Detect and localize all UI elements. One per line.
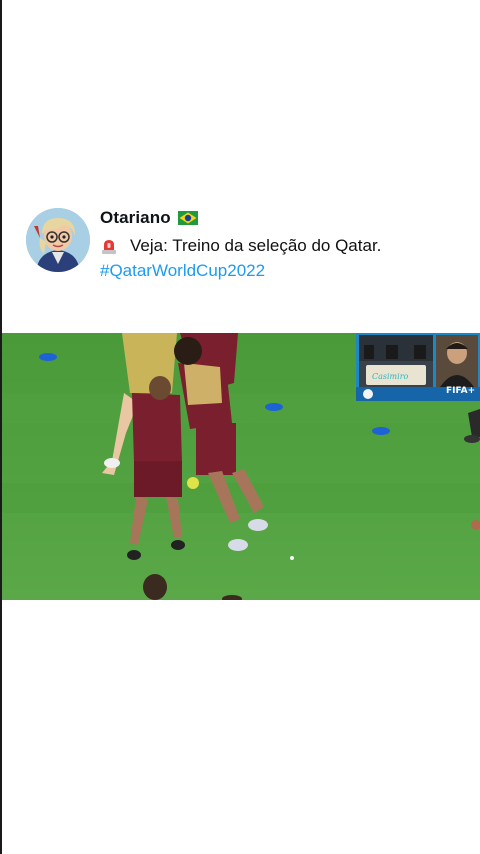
avatar[interactable] xyxy=(26,208,90,272)
tweet-body: Otariano Veja: Treino da seleção do Qata… xyxy=(100,208,460,281)
brazil-flag-icon xyxy=(177,211,198,225)
fifa-plus-badge: FIFA+ xyxy=(446,386,476,396)
tweet-text-row: Veja: Treino da seleção do Qatar. xyxy=(100,234,460,258)
cartoon-avatar-icon xyxy=(26,208,90,272)
red-siren-icon xyxy=(102,240,116,254)
hashtag-link[interactable]: #QatarWorldCup2022 xyxy=(100,261,460,281)
display-name[interactable]: Otariano xyxy=(100,208,171,228)
tweet-text: Veja: Treino da seleção do Qatar. xyxy=(130,236,382,255)
overlay-logo-text: Casimiro xyxy=(372,372,409,381)
name-row: Otariano xyxy=(100,208,460,228)
